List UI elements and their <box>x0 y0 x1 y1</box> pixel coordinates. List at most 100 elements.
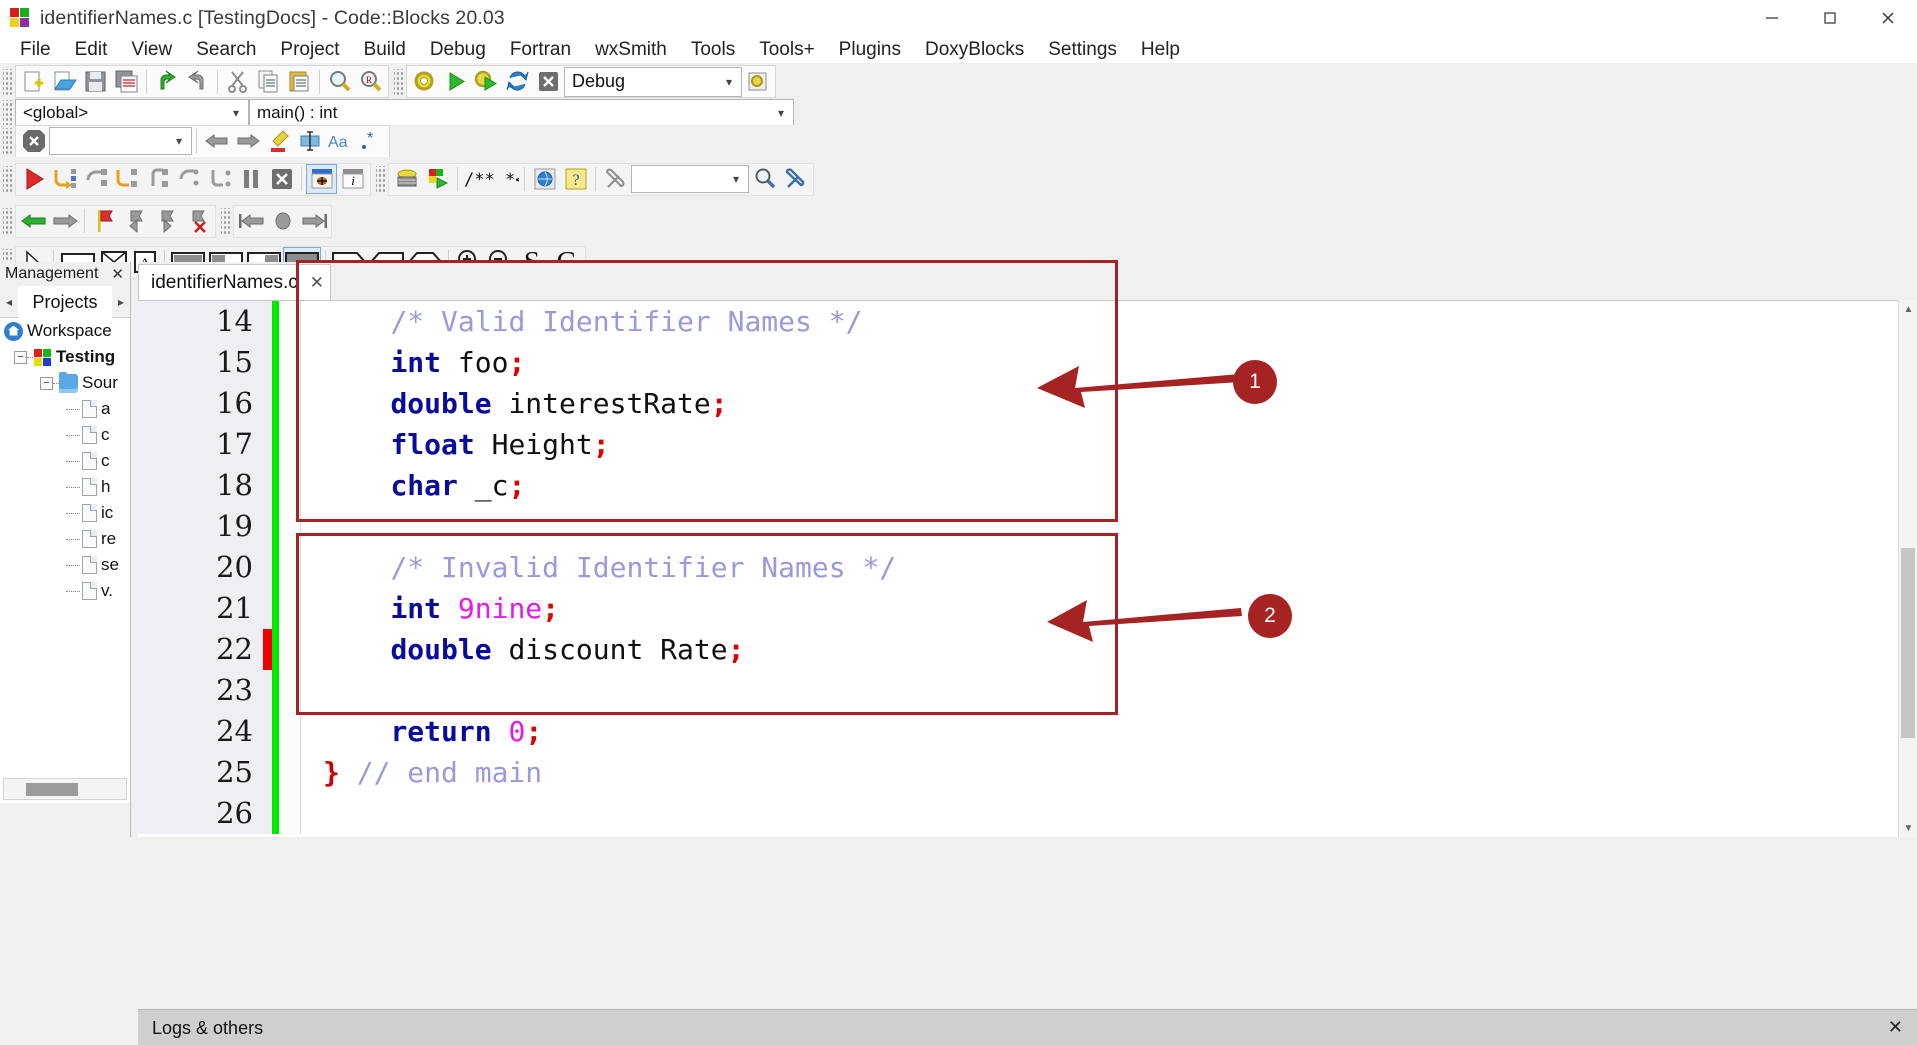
various-info-icon[interactable]: i <box>337 164 368 194</box>
save-all-icon[interactable] <box>111 67 142 97</box>
marker-margin[interactable] <box>263 301 272 342</box>
run-icon[interactable] <box>440 67 471 97</box>
tree-horizontal-scrollbar[interactable] <box>3 778 127 800</box>
debug-next-instruction-icon[interactable] <box>173 164 204 194</box>
incremental-search-input[interactable]: ▾ <box>49 127 192 155</box>
tree-item-file[interactable]: h <box>0 474 130 500</box>
toolbar-grip[interactable] <box>3 69 12 95</box>
scroll-up-icon[interactable]: ▲ <box>1899 300 1917 318</box>
debug-step-into-icon[interactable] <box>111 164 142 194</box>
code-line[interactable]: 20 /* Invalid Identifier Names */ <box>138 547 1917 588</box>
debug-step-out-icon[interactable] <box>142 164 173 194</box>
tree-item-file[interactable]: a <box>0 396 130 422</box>
menu-tools[interactable]: Tools <box>679 36 747 63</box>
doxyblocks-search-input[interactable]: ▾ <box>631 165 749 193</box>
doxyblocks-help-icon[interactable]: ? <box>560 164 591 194</box>
tree-item-testing[interactable]: − Testing <box>0 344 130 370</box>
marker-margin[interactable] <box>263 588 272 629</box>
doxyblocks-run-icon[interactable] <box>529 164 560 194</box>
tree-item-sources[interactable]: − Sour <box>0 370 130 396</box>
menu-settings[interactable]: Settings <box>1036 36 1129 63</box>
close-icon[interactable]: ✕ <box>111 265 124 283</box>
build-gear-icon[interactable] <box>409 67 440 97</box>
code-line[interactable]: 23 <box>138 670 1917 711</box>
debug-step-into-instruction-icon[interactable] <box>204 164 235 194</box>
marker-margin[interactable] <box>263 342 272 383</box>
toolbar-grip[interactable] <box>3 208 12 234</box>
close-icon[interactable]: ✕ <box>1888 1017 1903 1038</box>
goto-previous-changed-line-icon[interactable] <box>236 206 267 236</box>
toolbar-grip[interactable] <box>394 69 403 95</box>
fortran-workspace-icon[interactable] <box>391 164 422 194</box>
scrollbar-thumb[interactable] <box>1901 548 1915 738</box>
marker-margin[interactable] <box>263 383 272 424</box>
cut-icon[interactable] <box>222 67 253 97</box>
doxyblocks-config-icon[interactable] <box>600 164 631 194</box>
function-select[interactable]: main() : int ▾ <box>249 99 794 127</box>
open-file-icon[interactable] <box>49 67 80 97</box>
close-button[interactable] <box>1859 0 1917 36</box>
code-line[interactable]: 26 <box>138 793 1917 834</box>
new-file-icon[interactable] <box>18 67 49 97</box>
code-line[interactable]: 24 return 0; <box>138 711 1917 752</box>
toolbar-grip[interactable] <box>3 166 12 192</box>
fold-margin[interactable] <box>279 629 301 670</box>
code-line[interactable]: 19 <box>138 506 1917 547</box>
toggle-bookmark-icon[interactable] <box>89 206 120 236</box>
code-line[interactable]: 25 } // end main <box>138 752 1917 793</box>
debug-next-line-icon[interactable] <box>80 164 111 194</box>
maximize-button[interactable] <box>1801 0 1859 36</box>
tab-logs-and-others[interactable]: Logs & others <box>138 1010 277 1045</box>
marker-margin[interactable] <box>263 465 272 506</box>
code-line[interactable]: 15 int foo; <box>138 342 1917 383</box>
marker-margin[interactable] <box>263 711 272 752</box>
tree-item-workspace[interactable]: Workspace <box>0 318 130 344</box>
paste-icon[interactable] <box>284 67 315 97</box>
marker-margin[interactable] <box>263 670 272 711</box>
tree-item-file[interactable]: se <box>0 552 130 578</box>
marker-margin[interactable] <box>263 506 272 547</box>
menu-view[interactable]: View <box>119 36 184 63</box>
tab-projects[interactable]: Projects <box>18 286 112 318</box>
marker-margin[interactable] <box>263 547 272 588</box>
find-icon[interactable] <box>324 67 355 97</box>
tree-item-file[interactable]: c <box>0 422 130 448</box>
marker-margin[interactable] <box>263 424 272 465</box>
menu-edit[interactable]: Edit <box>63 36 120 63</box>
highlight-pen-icon[interactable] <box>263 126 294 156</box>
goto-next-changed-line-icon[interactable] <box>298 206 329 236</box>
tree-item-file[interactable]: ic <box>0 500 130 526</box>
menu-help[interactable]: Help <box>1129 36 1192 63</box>
menu-build[interactable]: Build <box>352 36 418 63</box>
marker-margin[interactable] <box>263 752 272 793</box>
code-line[interactable]: 14 /* Valid Identifier Names */ <box>138 301 1917 342</box>
tree-item-file[interactable]: v. <box>0 578 130 604</box>
build-and-run-icon[interactable] <box>471 67 502 97</box>
debug-stop-icon[interactable] <box>266 164 297 194</box>
fold-margin[interactable] <box>279 752 301 793</box>
fold-margin[interactable] <box>279 342 301 383</box>
collapse-toggle[interactable]: − <box>40 377 53 390</box>
regex-asterisk-icon[interactable]: * <box>356 126 387 156</box>
toolbar-grip[interactable] <box>221 208 230 234</box>
replace-icon[interactable]: R <box>355 67 386 97</box>
wrench-icon[interactable] <box>780 164 811 194</box>
fold-margin[interactable] <box>279 424 301 465</box>
build-target-select[interactable]: Debug ▾ <box>564 67 742 97</box>
copy-icon[interactable] <box>253 67 284 97</box>
doxyblocks-comment-icon[interactable]: /** *< <box>462 164 520 194</box>
scroll-down-icon[interactable]: ▼ <box>1899 819 1917 837</box>
code-line[interactable]: 16 double interestRate; <box>138 383 1917 424</box>
fold-margin[interactable] <box>279 506 301 547</box>
selected-text-icon[interactable] <box>294 126 325 156</box>
code-line[interactable]: 21 int 9nine; <box>138 588 1917 629</box>
code-editor[interactable]: 14 /* Valid Identifier Names */ 15 int f… <box>138 300 1917 837</box>
fold-margin[interactable] <box>279 711 301 752</box>
next-bookmark-icon[interactable] <box>151 206 182 236</box>
fold-margin[interactable] <box>279 465 301 506</box>
code-line[interactable]: 17 float Height; <box>138 424 1917 465</box>
fold-margin[interactable] <box>279 301 301 342</box>
marker-margin[interactable] <box>263 793 272 834</box>
menu-plugins[interactable]: Plugins <box>827 36 913 63</box>
toolbar-grip[interactable] <box>3 128 12 154</box>
